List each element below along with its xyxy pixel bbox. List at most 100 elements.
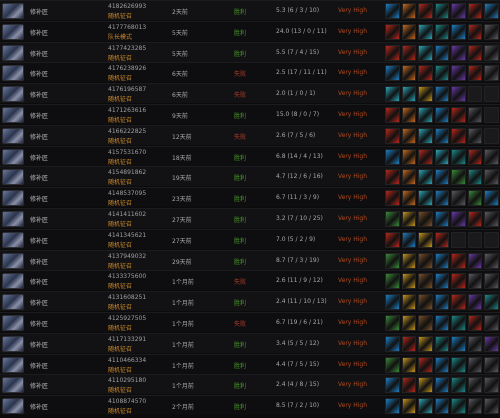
- item-icon[interactable]: [467, 3, 483, 19]
- item-icon[interactable]: [434, 231, 450, 248]
- item-icon[interactable]: [451, 273, 466, 290]
- hero-name[interactable]: 修补匠: [30, 132, 48, 141]
- item-icon[interactable]: [484, 190, 500, 207]
- item-icon[interactable]: [451, 190, 466, 207]
- item-icon[interactable]: [434, 23, 450, 40]
- item-icon[interactable]: [418, 211, 433, 227]
- item-icon[interactable]: [385, 107, 400, 123]
- item-icon[interactable]: [434, 86, 450, 103]
- hero-name[interactable]: 修补匠: [30, 153, 48, 162]
- item-icon[interactable]: [434, 127, 450, 144]
- hero-name[interactable]: 修补匠: [30, 173, 48, 182]
- hero-name[interactable]: 修补匠: [30, 277, 48, 286]
- item-icon[interactable]: [401, 252, 417, 269]
- item-icon[interactable]: [385, 315, 400, 331]
- item-icon[interactable]: [401, 44, 417, 61]
- hero-name[interactable]: 修补匠: [30, 402, 48, 411]
- match-id-link[interactable]: 4148537095: [108, 190, 146, 197]
- item-icon[interactable]: [418, 86, 433, 103]
- match-row[interactable]: 修补匠 4137949032 随机征召 29天前 胜利 8.7 (7 / 3 / 19) V…: [0, 249, 500, 270]
- item-icon[interactable]: [385, 335, 400, 352]
- match-row[interactable]: 修补匠 4117133291 随机征召 1个月前 胜利 3.4 (5 / 5 / 12) V…: [0, 332, 500, 353]
- item-icon[interactable]: [434, 44, 450, 61]
- item-icon[interactable]: [434, 335, 450, 352]
- item-icon[interactable]: [484, 3, 500, 19]
- hero-portrait-icon[interactable]: [2, 294, 24, 311]
- match-id-link[interactable]: 4166222825: [108, 128, 146, 135]
- item-icon[interactable]: [467, 273, 483, 290]
- item-icon[interactable]: [451, 23, 466, 40]
- item-icon[interactable]: [467, 65, 483, 82]
- item-icon[interactable]: [401, 3, 417, 19]
- hero-portrait-icon[interactable]: [2, 44, 24, 61]
- match-row[interactable]: 修补匠 4171263616 随机征召 9天前 胜利 15.0 (8 / 0 / 7) Ve…: [0, 104, 500, 124]
- item-icon[interactable]: [418, 169, 433, 186]
- item-icon[interactable]: [451, 86, 466, 103]
- item-icon[interactable]: [434, 148, 450, 165]
- hero-name[interactable]: 修补匠: [30, 319, 48, 328]
- hero-portrait-icon[interactable]: [2, 231, 24, 248]
- hero-name[interactable]: 修补匠: [30, 381, 48, 390]
- match-row[interactable]: 修补匠 4141345621 随机征召 27天前 胜利 7.0 (5 / 2 / 9) Ve…: [0, 228, 500, 249]
- item-icon[interactable]: [434, 398, 450, 415]
- item-icon[interactable]: [385, 169, 400, 186]
- item-icon[interactable]: [418, 252, 433, 269]
- match-row[interactable]: 修补匠 4176238926 随机征召 6天前 失败 2.5 (17 / 11 / 11)…: [0, 62, 500, 83]
- hero-portrait-icon[interactable]: [2, 127, 24, 144]
- match-row[interactable]: 修补匠 4154891862 随机征召 19天前 胜利 4.7 (12 / 6 / 16)…: [0, 166, 500, 187]
- item-icon[interactable]: [434, 252, 450, 269]
- item-icon[interactable]: [418, 315, 433, 331]
- hero-portrait-icon[interactable]: [2, 315, 24, 331]
- item-icon[interactable]: [418, 107, 433, 123]
- item-icon[interactable]: [401, 231, 417, 248]
- match-id-link[interactable]: 4131608251: [108, 294, 146, 301]
- match-id-link[interactable]: 4110466334: [108, 357, 146, 364]
- match-row[interactable]: 修补匠 4108874570 随机征召 2个月前 胜利 8.5 (7 / 2 / 10) V…: [0, 395, 500, 416]
- item-icon[interactable]: [401, 169, 417, 186]
- hero-portrait-icon[interactable]: [2, 65, 24, 82]
- item-icon[interactable]: [484, 148, 500, 165]
- item-icon[interactable]: [385, 398, 400, 415]
- item-icon[interactable]: [484, 65, 500, 82]
- item-icon[interactable]: [451, 377, 466, 394]
- item-icon[interactable]: [434, 65, 450, 82]
- match-id-link[interactable]: 4137949032: [108, 253, 146, 260]
- item-icon[interactable]: [385, 190, 400, 207]
- item-icon[interactable]: [401, 23, 417, 40]
- item-icon[interactable]: [418, 335, 433, 352]
- hero-portrait-icon[interactable]: [2, 190, 24, 207]
- item-icon[interactable]: [418, 65, 433, 82]
- item-icon[interactable]: [451, 3, 466, 19]
- match-id-link[interactable]: 4154891862: [108, 169, 146, 176]
- hero-portrait-icon[interactable]: [2, 356, 24, 373]
- item-icon[interactable]: [418, 190, 433, 207]
- item-icon[interactable]: [467, 398, 483, 415]
- item-icon[interactable]: [434, 356, 450, 373]
- item-icon[interactable]: [467, 190, 483, 207]
- hero-name[interactable]: 修补匠: [30, 7, 48, 16]
- item-icon[interactable]: [451, 65, 466, 82]
- item-icon[interactable]: [418, 294, 433, 311]
- item-icon[interactable]: [467, 335, 483, 352]
- item-icon[interactable]: [484, 398, 500, 415]
- item-icon[interactable]: [418, 231, 433, 248]
- item-icon[interactable]: [385, 252, 400, 269]
- item-icon[interactable]: [418, 148, 433, 165]
- item-icon[interactable]: [434, 273, 450, 290]
- item-icon[interactable]: [385, 86, 400, 103]
- item-icon[interactable]: [484, 44, 500, 61]
- item-icon[interactable]: [418, 398, 433, 415]
- match-row[interactable]: 修补匠 4166222825 随机征召 12天前 失败 2.6 (7 / 5 / 6) Ve…: [0, 124, 500, 145]
- match-id-link[interactable]: 4176238926: [108, 65, 146, 72]
- hero-name[interactable]: 修补匠: [30, 361, 48, 370]
- item-icon[interactable]: [467, 252, 483, 269]
- item-icon[interactable]: [467, 211, 483, 227]
- match-id-link[interactable]: 4171263616: [108, 107, 146, 114]
- match-id-link[interactable]: 4177768013: [108, 24, 146, 31]
- item-icon[interactable]: [434, 107, 450, 123]
- item-icon[interactable]: [484, 377, 500, 394]
- hero-portrait-icon[interactable]: [2, 169, 24, 186]
- item-icon[interactable]: [484, 23, 500, 40]
- item-icon[interactable]: [451, 148, 466, 165]
- item-icon[interactable]: [484, 315, 500, 331]
